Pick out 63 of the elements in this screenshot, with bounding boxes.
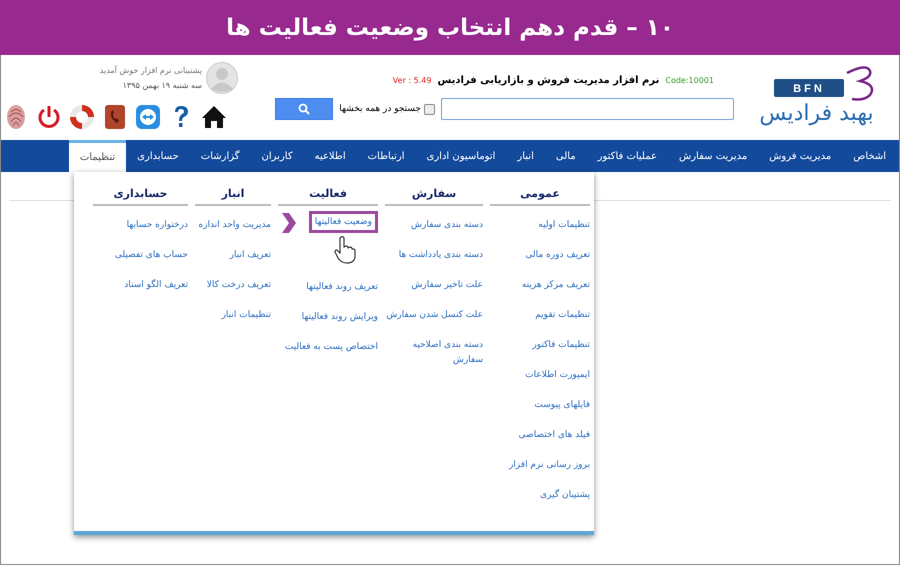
menu-item[interactable]: تنظیمات انبار <box>222 308 271 338</box>
menu-item[interactable]: علت تاخیر سفارش <box>411 278 483 308</box>
menu-item[interactable]: علت کنسل شدن سفارش <box>386 308 483 338</box>
menu-item[interactable]: پشتیبان گیری <box>540 488 590 518</box>
phonebook-icon[interactable] <box>102 104 128 130</box>
nav-tab[interactable]: حسابداری <box>126 140 190 172</box>
hand-cursor-icon <box>334 236 356 264</box>
search-icon <box>298 103 310 115</box>
date-text: سه شنبه ۱۹ بهمن ۱۳۹۵ <box>122 80 202 90</box>
nav-tab[interactable]: انبار <box>506 140 545 172</box>
column-heading: سفارش <box>385 182 483 206</box>
nav-tab[interactable]: اتوماسیون اداری <box>416 140 506 172</box>
power-icon[interactable] <box>36 104 62 130</box>
menu-item[interactable]: تنظیمات اولیه <box>538 218 590 248</box>
search-field[interactable] <box>441 98 734 120</box>
nav-tab[interactable]: مدیریت سفارش <box>668 140 758 172</box>
menu-item[interactable]: درختواره حسابها <box>126 218 188 248</box>
nav-tab[interactable]: گزارشات <box>190 140 251 172</box>
menu-item[interactable]: فیلد های اختصاصی <box>518 428 590 458</box>
lifebuoy-icon[interactable] <box>69 104 95 130</box>
menu-item[interactable]: تعریف مرکز هزینه <box>522 278 590 308</box>
nav-tab[interactable]: تنظیمات <box>68 140 126 172</box>
menu-item[interactable]: تعریف دوره مالی <box>525 248 590 278</box>
nav-tab[interactable]: ارتباطات <box>356 140 416 172</box>
menu-item[interactable]: حساب های تفصیلی <box>114 248 188 278</box>
logo-drawing: BFN <box>752 63 882 103</box>
welcome-text: پشتیبانی نرم افزار خوش آمدید <box>100 66 202 74</box>
menu-item[interactable]: ویرایش روند فعالیتها <box>302 310 378 340</box>
column-heading: انبار <box>195 182 271 206</box>
search-all-checkbox[interactable] <box>424 104 435 114</box>
nav-tab[interactable]: عملیات فاکتور <box>586 140 668 172</box>
menu-item[interactable]: مدیریت واحد اندازه <box>198 218 271 248</box>
menu-item[interactable]: دسته بندی اصلاحیه سفارش <box>385 338 483 368</box>
banner-title: ۱۰ – قدم دهم انتخاب وضعیت فعالیت ها <box>226 14 674 40</box>
menu-item[interactable]: تنظیمات تقویم <box>535 308 590 338</box>
nav-tab[interactable]: اشخاص <box>842 140 897 172</box>
chevron-icon <box>282 213 296 233</box>
column-heading: فعالیت <box>278 182 378 206</box>
nav-tab[interactable]: مالی <box>544 140 587 172</box>
menu-item[interactable]: بروز رسانی نرم افزار <box>508 458 590 488</box>
code-text: Code:10001 <box>665 76 714 85</box>
menu-item[interactable]: تنظیمات فاکتور <box>532 338 590 368</box>
version-text: Ver : 5.49 <box>392 76 432 85</box>
menu-item[interactable]: ایمپورت اطلاعات <box>525 368 590 398</box>
menu-item[interactable]: فایلهای پیوست <box>534 398 590 428</box>
column-heading: عمومی <box>490 182 590 206</box>
menu-item[interactable]: دسته بندی یادداشت ها <box>398 248 483 278</box>
menu-item[interactable]: دسته بندی سفارش <box>411 218 483 248</box>
nav-tab[interactable]: مدیریت فروش <box>758 140 842 172</box>
menu-item[interactable]: تعریف انبار <box>230 248 271 278</box>
nav-tab[interactable]: اطلاعیه <box>304 140 357 172</box>
app-title: نرم افزار مدیریت فروش و بازاریابی فرادیس <box>437 75 660 86</box>
search-button[interactable] <box>275 98 334 120</box>
column-heading: حسابداری <box>93 182 188 206</box>
menu-item[interactable]: تعریف روند فعالیتها <box>306 280 378 310</box>
logo-name: بهبد فرادیس <box>759 101 874 126</box>
nav-tab[interactable]: کاربران <box>250 140 304 172</box>
menu-item[interactable]: اختصاص پست به فعالیت <box>284 340 378 370</box>
menu-item[interactable]: تعریف درخت کالا <box>206 278 271 308</box>
menu-item[interactable]: تعریف الگو اسناد <box>124 278 188 308</box>
home-icon[interactable] <box>201 104 227 130</box>
remote-support-icon[interactable] <box>135 104 161 130</box>
checkbox-label: جستجو در همه بخشها <box>339 104 421 114</box>
